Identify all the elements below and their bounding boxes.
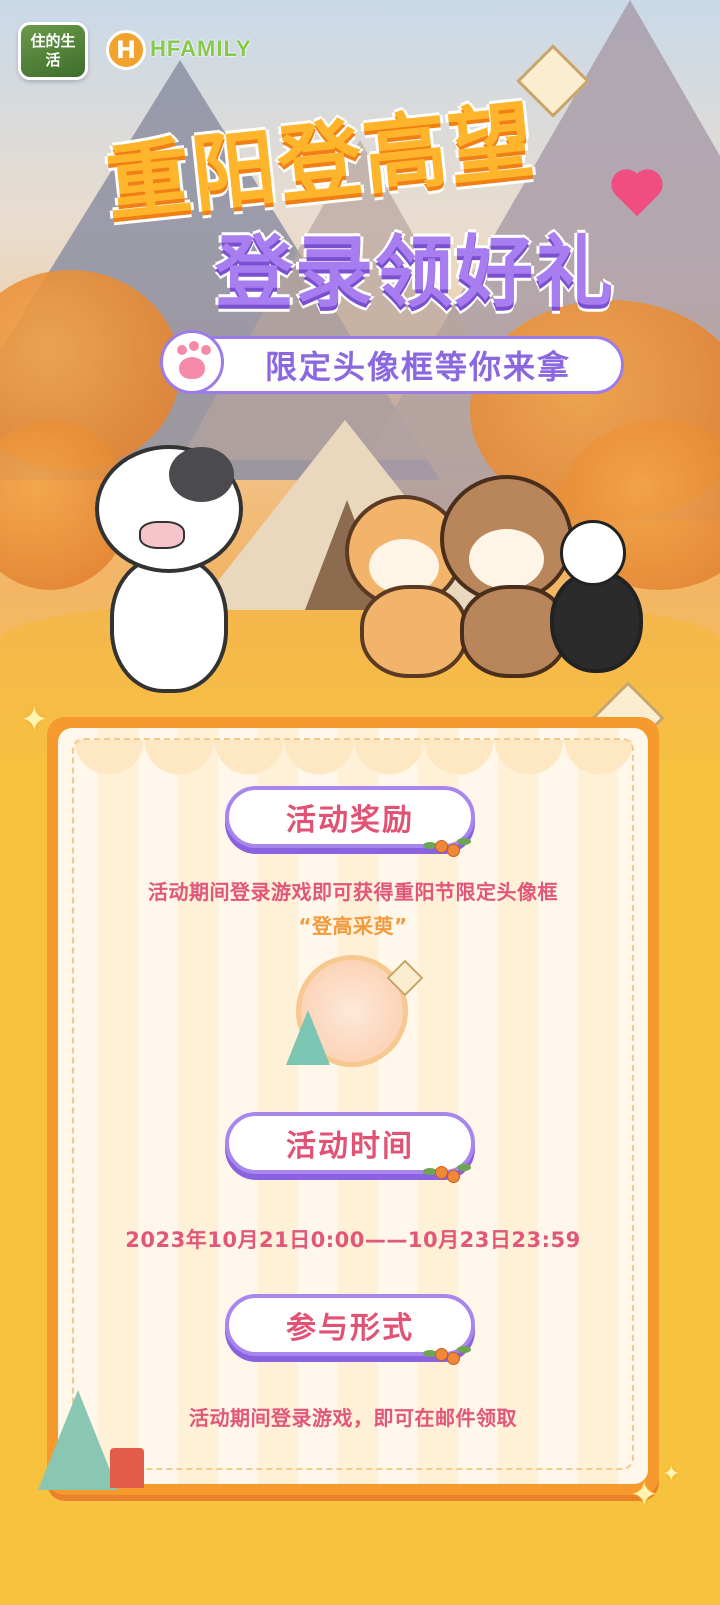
brand-logo-text: HFAMILY — [150, 36, 252, 61]
paw-icon — [160, 330, 224, 394]
brown-dog-character — [440, 475, 573, 603]
osmanthus-branch-icon — [419, 836, 479, 857]
sparkle-icon: ✦ — [20, 700, 49, 740]
reward-frame-name: “登高采萸” — [298, 914, 408, 938]
osmanthus-branch-icon — [419, 1344, 479, 1365]
sparkle-icon: ✦ — [630, 1475, 659, 1515]
section-heading-time-label: 活动时间 — [286, 1129, 414, 1164]
event-title-line2: 登录领好礼 — [214, 228, 615, 318]
brand-logo-icon: H — [106, 30, 146, 70]
section-heading-time: 活动时间 — [225, 1112, 475, 1183]
avatar-frame-mountain — [286, 1010, 330, 1065]
game-logo: 住的生活 — [18, 22, 88, 80]
event-page: 住的生活 H HFAMILY 重阳登高望 登录领好礼 限定头像框等你来拿 活动奖… — [0, 0, 720, 1605]
mountain-decoration — [38, 1390, 118, 1490]
cow-nose — [139, 521, 185, 549]
cow-character — [95, 445, 243, 573]
participation-description: 活动期间登录游戏，即可在邮件领取 — [189, 1406, 517, 1430]
subtitle-banner: 限定头像框等你来拿 — [162, 336, 624, 394]
section-heading-participation-label: 参与形式 — [286, 1311, 414, 1346]
event-time-range: 2023年10月21日0:00——10月23日23:59 — [125, 1228, 581, 1252]
reward-description: 活动期间登录游戏即可获得重阳节限定头像框 — [148, 880, 558, 904]
section-heading-reward-label: 活动奖励 — [286, 803, 414, 838]
osmanthus-branch-icon — [419, 1162, 479, 1183]
penguin-head — [560, 520, 626, 586]
cow-character-body — [110, 555, 228, 693]
shiba-dog-body — [360, 585, 468, 678]
pagoda-icon — [110, 1448, 144, 1488]
subtitle-text: 限定头像框等你来拿 — [264, 348, 571, 386]
section-heading-participation: 参与形式 — [225, 1294, 475, 1365]
section-heading-reward: 活动奖励 — [225, 786, 475, 857]
sparkle-icon: ✦ — [662, 1462, 681, 1487]
